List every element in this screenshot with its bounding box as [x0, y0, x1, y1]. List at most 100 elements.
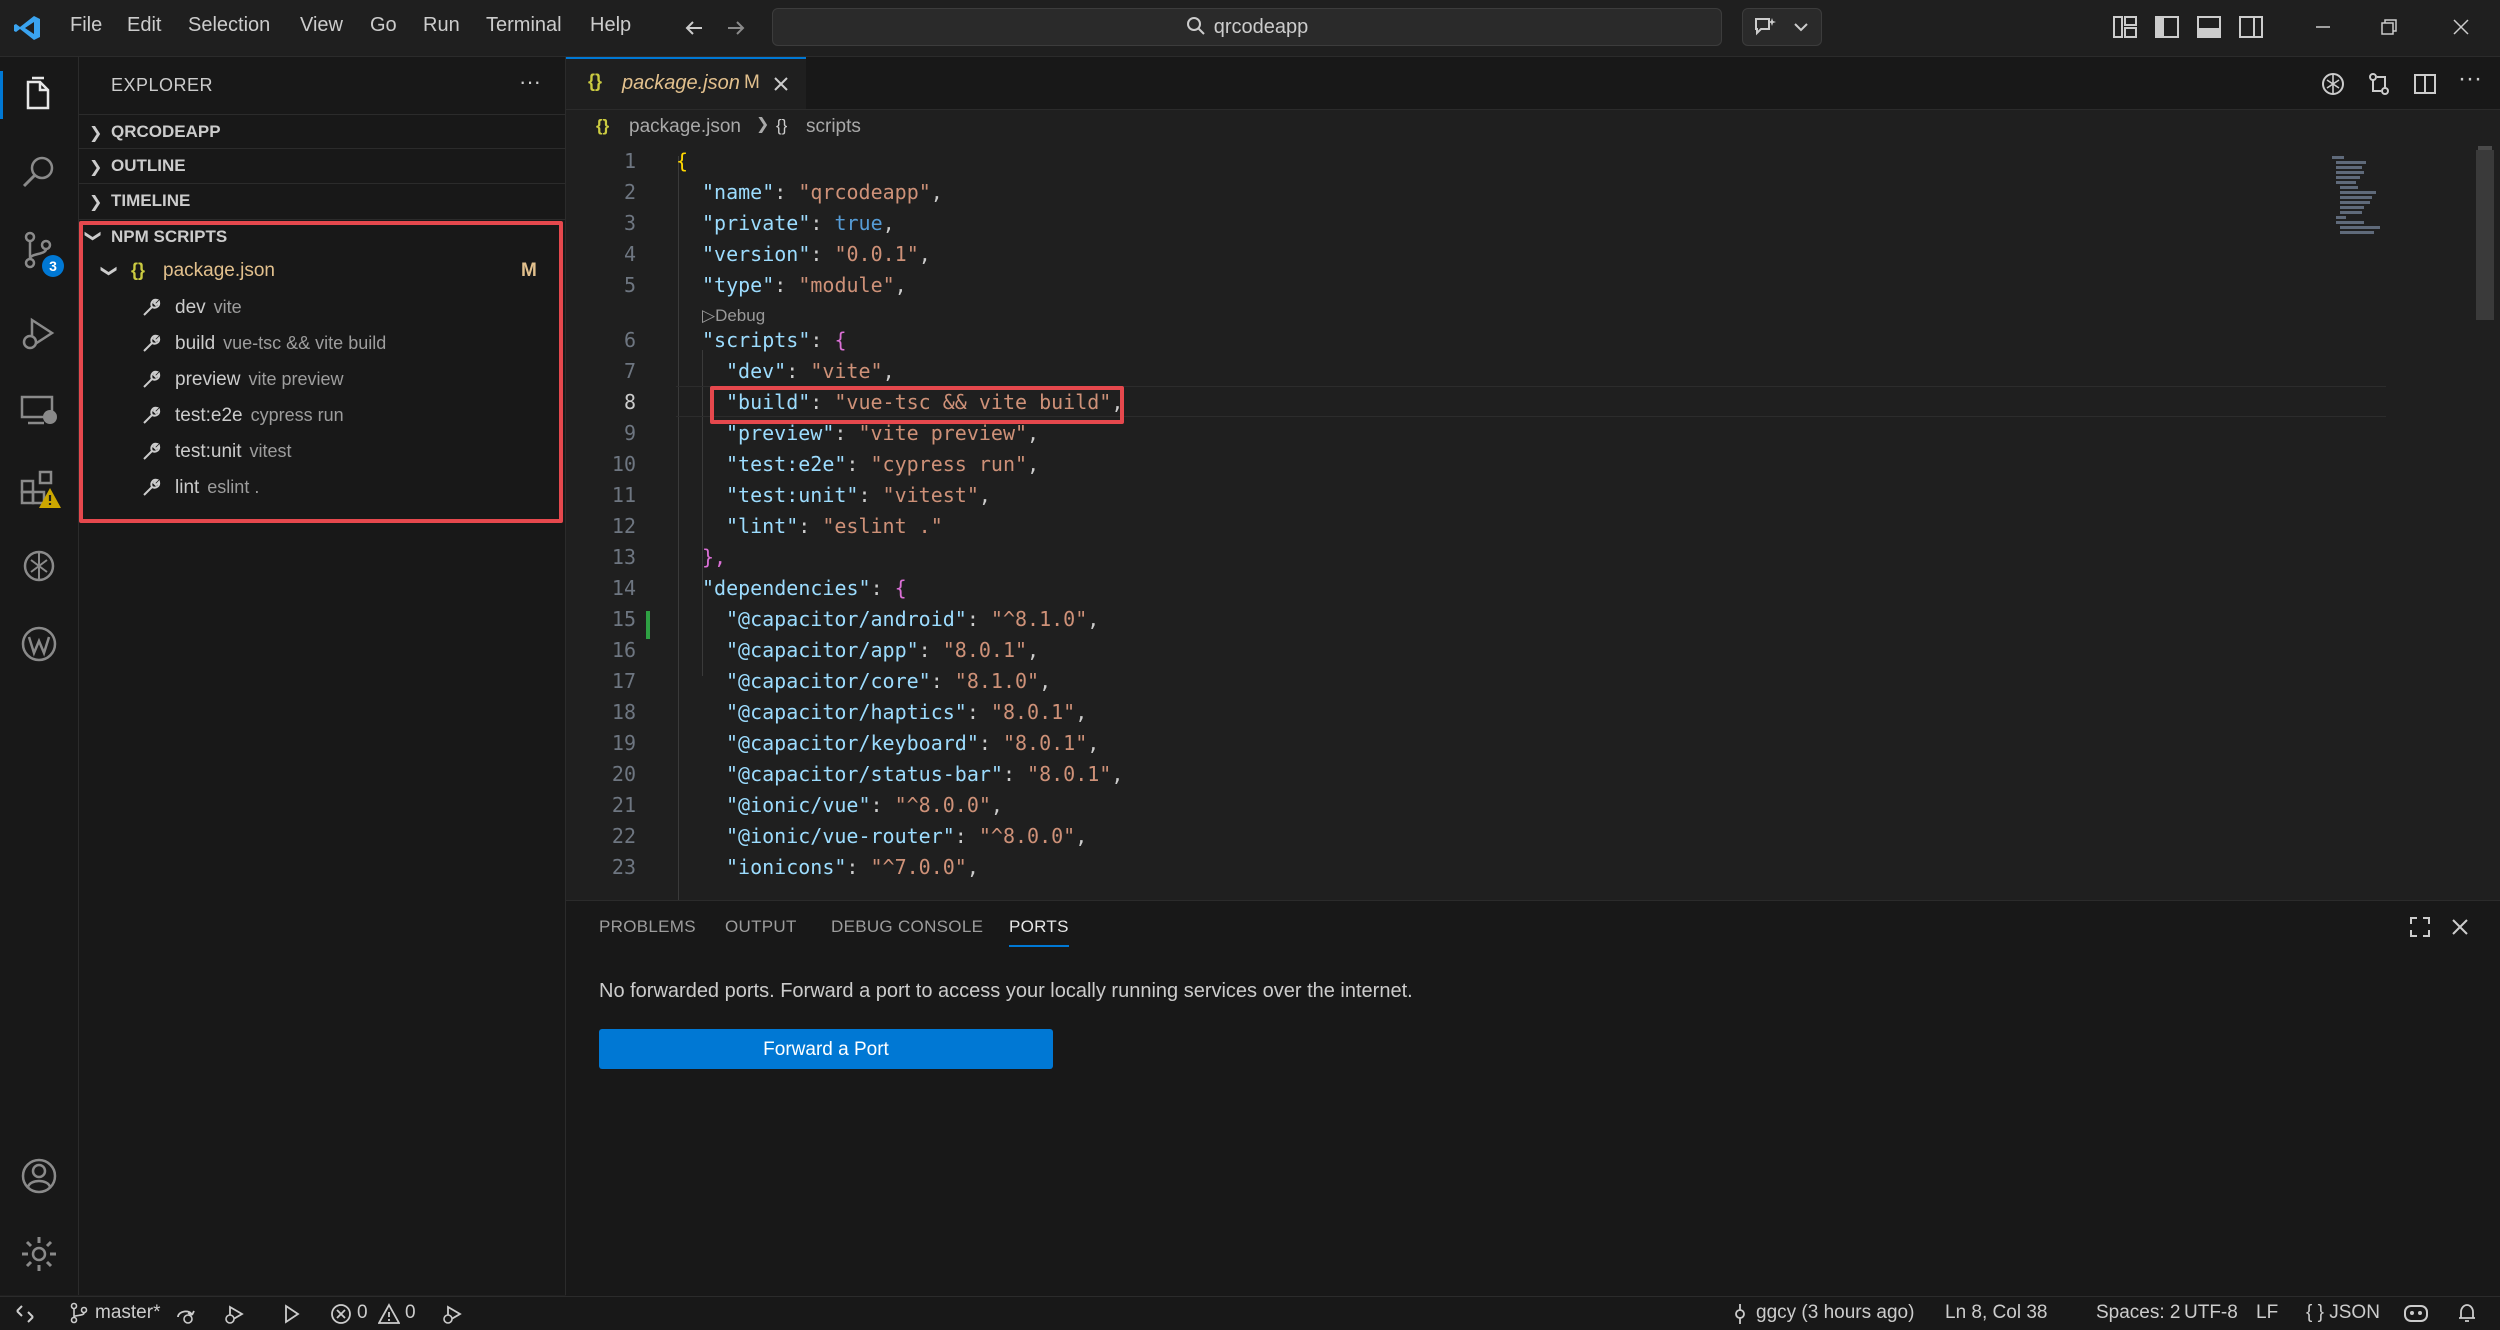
tab-package-json[interactable]: {} package.json M: [566, 57, 806, 109]
run-icon[interactable]: [280, 1303, 302, 1325]
code-line: 14 "dependencies": {: [611, 576, 907, 600]
forward-arrow-icon[interactable]: [724, 16, 748, 40]
code-line: 21 "@ionic/vue": "^8.0.0",: [611, 793, 1003, 817]
git-blame[interactable]: ggcy (3 hours ago): [1756, 1302, 1914, 1324]
vertical-scrollbar[interactable]: [2476, 150, 2494, 320]
run-debug-icon[interactable]: [18, 312, 60, 354]
object-icon: {}: [776, 116, 788, 135]
error-count[interactable]: 0: [357, 1302, 368, 1324]
toggle-secondary-sidebar-icon[interactable]: [2236, 12, 2266, 42]
search-view-icon[interactable]: [18, 152, 60, 194]
git-commit-icon: [1735, 1304, 1745, 1324]
account-icon[interactable]: [18, 1155, 60, 1197]
warning-icon[interactable]: [378, 1303, 400, 1325]
menu-file[interactable]: File: [70, 14, 102, 37]
scrollbar-marker: [2478, 146, 2492, 150]
error-icon[interactable]: [330, 1303, 352, 1325]
bottom-panel: PROBLEMS OUTPUT DEBUG CONSOLE PORTS No f…: [566, 900, 2500, 1296]
editor-tab-bar: {} package.json M ···: [566, 57, 2500, 110]
code-line: 13},: [611, 545, 727, 569]
code-line: 18 "@capacitor/haptics": "8.0.1",: [611, 700, 1088, 724]
language-mode[interactable]: { } JSON: [2306, 1302, 2380, 1324]
copilot-icon[interactable]: [2402, 1301, 2430, 1325]
more-actions-icon[interactable]: ···: [519, 69, 541, 95]
active-indicator: [0, 71, 3, 119]
status-bar: master* 0 0 ggcy (3 hours ago) Ln 8, Col…: [0, 1296, 2500, 1330]
cursor-position[interactable]: Ln 8, Col 38: [1945, 1302, 2047, 1324]
copilot-chat-button[interactable]: [1742, 8, 1822, 46]
file-encoding[interactable]: UTF-8: [2184, 1302, 2238, 1324]
tab-problems[interactable]: PROBLEMS: [599, 917, 696, 937]
code-line: 3 "private": true,: [623, 211, 895, 235]
sync-icon[interactable]: [174, 1303, 198, 1325]
menu-terminal[interactable]: Terminal: [486, 14, 562, 37]
w-extension-icon[interactable]: [18, 623, 60, 665]
code-line: 17 "@capacitor/core": "8.1.0",: [611, 669, 1052, 693]
explorer-icon[interactable]: [18, 74, 60, 116]
tab-output[interactable]: OUTPUT: [725, 917, 797, 937]
minimize-icon[interactable]: [2308, 12, 2338, 42]
chevron-right-icon: ❯: [756, 116, 770, 133]
end-of-line[interactable]: LF: [2256, 1302, 2278, 1324]
code-line: 5 "type": "module",: [623, 273, 907, 297]
code-line: 19 "@capacitor/keyboard": "8.0.1",: [611, 731, 1100, 755]
more-actions-icon[interactable]: ···: [2458, 65, 2482, 93]
breadcrumb-scripts[interactable]: scripts: [806, 116, 861, 138]
restore-icon[interactable]: [2374, 12, 2404, 42]
debug-attach-icon[interactable]: [442, 1303, 466, 1325]
chatgpt-action-icon[interactable]: [2320, 71, 2346, 97]
code-line: 1{: [623, 149, 689, 173]
section-timeline[interactable]: ❯ TIMELINE: [79, 183, 565, 218]
explorer-sidebar: EXPLORER ··· ❯ QRCODEAPP ❯ OUTLINE ❯ TIM…: [79, 57, 566, 1295]
tab-ports[interactable]: PORTS: [1009, 917, 1069, 947]
debug-target-icon[interactable]: [224, 1303, 248, 1325]
menu-go[interactable]: Go: [370, 14, 397, 37]
git-branch[interactable]: master*: [95, 1302, 160, 1324]
code-line: 20 "@capacitor/status-bar": "8.0.1",: [611, 762, 1124, 786]
menu-edit[interactable]: Edit: [127, 14, 161, 37]
git-branch-icon: [70, 1302, 88, 1324]
menu-selection[interactable]: Selection: [188, 14, 270, 37]
modified-badge: M: [744, 72, 760, 93]
settings-gear-icon[interactable]: [18, 1233, 60, 1275]
remote-icon[interactable]: [14, 1303, 36, 1325]
chevron-down-icon: [1794, 23, 1808, 32]
indentation[interactable]: Spaces: 2: [2096, 1302, 2181, 1324]
search-label: qrcodeapp: [1213, 16, 1309, 38]
section-outline[interactable]: ❯ OUTLINE: [79, 148, 565, 183]
menu-view[interactable]: View: [300, 14, 343, 37]
compare-changes-icon[interactable]: [2366, 71, 2392, 97]
braces-icon: { }: [2306, 1302, 2330, 1323]
warning-count[interactable]: 0: [405, 1302, 416, 1324]
maximize-panel-icon[interactable]: [2408, 915, 2432, 939]
minimap[interactable]: [2332, 154, 2392, 264]
title-bar: File Edit Selection View Go Run Terminal…: [0, 0, 2500, 57]
split-editor-icon[interactable]: [2412, 71, 2438, 97]
section-qrcodeapp[interactable]: ❯ QRCODEAPP: [79, 114, 565, 149]
code-line: 15 "@capacitor/android": "^8.1.0",: [611, 607, 1100, 631]
toggle-panel-icon[interactable]: [2194, 12, 2224, 42]
breadcrumb-file[interactable]: package.json: [629, 116, 741, 138]
toggle-primary-sidebar-icon[interactable]: [2152, 12, 2182, 42]
close-tab-icon[interactable]: [772, 75, 790, 93]
close-window-icon[interactable]: [2446, 12, 2476, 42]
vscode-logo-icon[interactable]: [14, 14, 42, 42]
close-panel-icon[interactable]: [2448, 915, 2472, 939]
menu-run[interactable]: Run: [423, 14, 460, 37]
ports-empty-message: No forwarded ports. Forward a port to ac…: [599, 980, 1413, 1002]
tab-debug-console[interactable]: DEBUG CONSOLE: [831, 917, 983, 937]
back-arrow-icon[interactable]: [682, 16, 706, 40]
code-editor[interactable]: 1{ 2 "name": "qrcodeapp", 3 "private": tru…: [566, 146, 2500, 900]
activity-bar: 3: [0, 57, 79, 1295]
debug-codelens[interactable]: ▷Debug: [702, 306, 765, 326]
notifications-bell-icon[interactable]: [2456, 1302, 2478, 1324]
chatgpt-icon[interactable]: [18, 545, 60, 587]
command-center-search[interactable]: qrcodeapp: [772, 8, 1722, 46]
chevron-right-icon: ❯: [89, 125, 103, 142]
forward-port-button[interactable]: Forward a Port: [599, 1029, 1053, 1069]
source-control-badge: 3: [42, 255, 64, 277]
customize-layout-icon[interactable]: [2110, 12, 2140, 42]
menu-help[interactable]: Help: [590, 14, 631, 37]
code-line: 6 "scripts": {: [623, 328, 847, 352]
remote-explorer-icon[interactable]: [18, 389, 60, 431]
